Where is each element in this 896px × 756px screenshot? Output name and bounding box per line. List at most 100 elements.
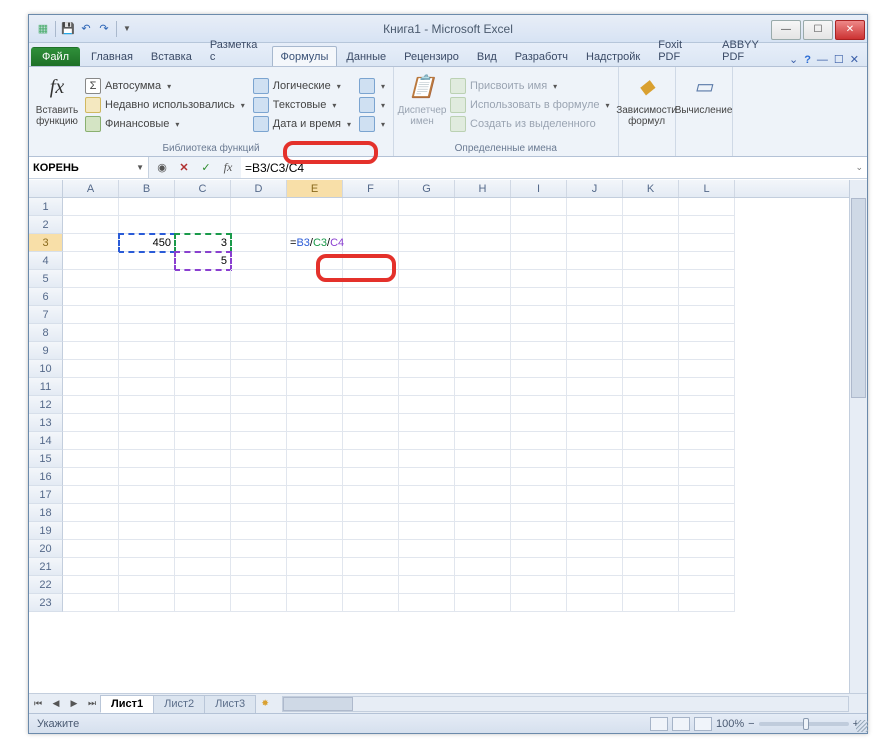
cell-K14[interactable] [623, 432, 679, 450]
cell-F23[interactable] [343, 594, 399, 612]
tab-foxit-pdf[interactable]: Foxit PDF [649, 34, 713, 66]
cell-F15[interactable] [343, 450, 399, 468]
cell-E18[interactable] [287, 504, 343, 522]
cell-H15[interactable] [455, 450, 511, 468]
cell-D2[interactable] [231, 216, 287, 234]
cell-H5[interactable] [455, 270, 511, 288]
cell-E23[interactable] [287, 594, 343, 612]
cell-F8[interactable] [343, 324, 399, 342]
row-header-6[interactable]: 6 [29, 288, 63, 306]
cell-D10[interactable] [231, 360, 287, 378]
tab-рецензиро[interactable]: Рецензиро [395, 46, 468, 66]
cell-I12[interactable] [511, 396, 567, 414]
col-header-G[interactable]: G [399, 180, 455, 197]
cell-F12[interactable] [343, 396, 399, 414]
row-header-4[interactable]: 4 [29, 252, 63, 270]
tab-разработч[interactable]: Разработч [506, 46, 577, 66]
cell-D21[interactable] [231, 558, 287, 576]
cell-G13[interactable] [399, 414, 455, 432]
zoom-out-button[interactable]: − [748, 718, 754, 730]
cell-A16[interactable] [63, 468, 119, 486]
cell-C3[interactable]: 3 [175, 234, 231, 252]
zoom-level[interactable]: 100% [716, 718, 744, 730]
cell-C10[interactable] [175, 360, 231, 378]
cell-K6[interactable] [623, 288, 679, 306]
cell-D20[interactable] [231, 540, 287, 558]
row-header-8[interactable]: 8 [29, 324, 63, 342]
cell-J19[interactable] [567, 522, 623, 540]
cell-D15[interactable] [231, 450, 287, 468]
cell-L10[interactable] [679, 360, 735, 378]
sheet-tab-Лист1[interactable]: Лист1 [100, 695, 154, 713]
cell-E15[interactable] [287, 450, 343, 468]
cell-G21[interactable] [399, 558, 455, 576]
cell-D17[interactable] [231, 486, 287, 504]
row-header-1[interactable]: 1 [29, 198, 63, 216]
name-box[interactable]: ▼ [29, 157, 149, 178]
range-selector-icon[interactable]: ◉ [153, 159, 171, 177]
cell-E21[interactable] [287, 558, 343, 576]
name-box-input[interactable] [33, 162, 113, 174]
cell-J9[interactable] [567, 342, 623, 360]
cell-I7[interactable] [511, 306, 567, 324]
row-header-19[interactable]: 19 [29, 522, 63, 540]
cell-J7[interactable] [567, 306, 623, 324]
cell-G1[interactable] [399, 198, 455, 216]
cell-D5[interactable] [231, 270, 287, 288]
cell-I3[interactable] [511, 234, 567, 252]
col-header-K[interactable]: K [623, 180, 679, 197]
cell-D3[interactable] [231, 234, 287, 252]
cell-C12[interactable] [175, 396, 231, 414]
cell-J11[interactable] [567, 378, 623, 396]
cell-G23[interactable] [399, 594, 455, 612]
tab-данные[interactable]: Данные [337, 46, 395, 66]
cell-G11[interactable] [399, 378, 455, 396]
maximize-button[interactable]: ☐ [803, 20, 833, 40]
row-header-17[interactable]: 17 [29, 486, 63, 504]
cell-B11[interactable] [119, 378, 175, 396]
cell-K19[interactable] [623, 522, 679, 540]
cell-K10[interactable] [623, 360, 679, 378]
cell-H20[interactable] [455, 540, 511, 558]
lookup-button[interactable]: ▾ [357, 77, 387, 95]
cell-F22[interactable] [343, 576, 399, 594]
save-icon[interactable]: 💾 [60, 21, 76, 37]
cell-K11[interactable] [623, 378, 679, 396]
cell-K12[interactable] [623, 396, 679, 414]
cell-B16[interactable] [119, 468, 175, 486]
cell-A4[interactable] [63, 252, 119, 270]
cell-H19[interactable] [455, 522, 511, 540]
cell-F10[interactable] [343, 360, 399, 378]
cell-B5[interactable] [119, 270, 175, 288]
undo-icon[interactable]: ↶ [78, 21, 94, 37]
cell-K4[interactable] [623, 252, 679, 270]
row-header-14[interactable]: 14 [29, 432, 63, 450]
tab-формулы[interactable]: Формулы [272, 46, 338, 66]
cell-K20[interactable] [623, 540, 679, 558]
cell-B12[interactable] [119, 396, 175, 414]
cell-B20[interactable] [119, 540, 175, 558]
cell-G15[interactable] [399, 450, 455, 468]
cell-F17[interactable] [343, 486, 399, 504]
col-header-C[interactable]: C [175, 180, 231, 197]
cell-J4[interactable] [567, 252, 623, 270]
cell-A22[interactable] [63, 576, 119, 594]
cell-I22[interactable] [511, 576, 567, 594]
cell-J2[interactable] [567, 216, 623, 234]
cell-K22[interactable] [623, 576, 679, 594]
col-header-B[interactable]: B [119, 180, 175, 197]
help-icon[interactable]: ? [804, 54, 811, 66]
row-header-5[interactable]: 5 [29, 270, 63, 288]
cell-K17[interactable] [623, 486, 679, 504]
cell-H2[interactable] [455, 216, 511, 234]
cell-C21[interactable] [175, 558, 231, 576]
cell-I8[interactable] [511, 324, 567, 342]
cell-I18[interactable] [511, 504, 567, 522]
sheet-nav-next-icon[interactable]: ▶ [65, 695, 83, 713]
cell-L22[interactable] [679, 576, 735, 594]
cell-E6[interactable] [287, 288, 343, 306]
cell-A7[interactable] [63, 306, 119, 324]
workbook-close-icon[interactable]: ✕ [850, 53, 859, 66]
cell-L12[interactable] [679, 396, 735, 414]
cell-J5[interactable] [567, 270, 623, 288]
